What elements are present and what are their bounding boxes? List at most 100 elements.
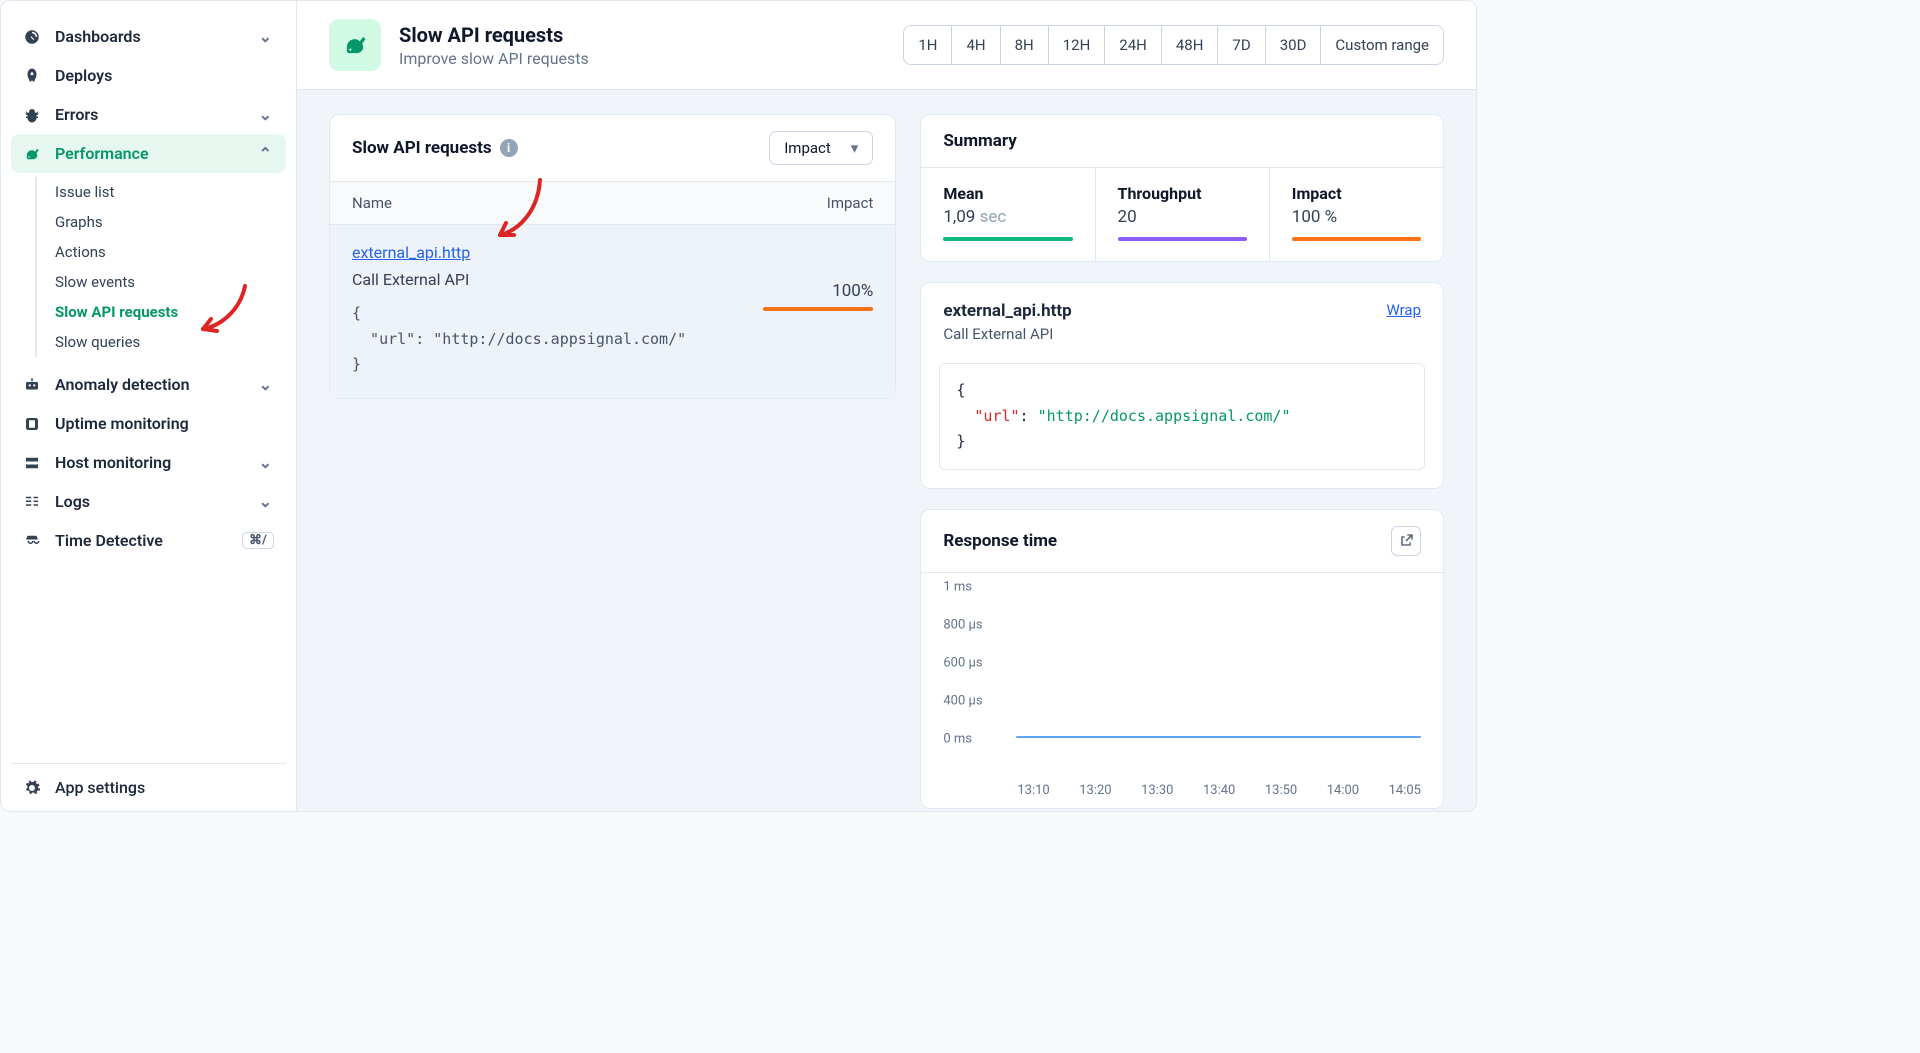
chevron-up-icon: ⌃ xyxy=(259,144,272,163)
summary-throughput-label: Throughput xyxy=(1118,184,1247,203)
summary-mean-unit: sec xyxy=(980,207,1007,227)
subnav-slow-api-requests[interactable]: Slow API requests xyxy=(37,297,286,327)
robot-icon xyxy=(23,376,41,394)
summary-body: Mean 1,09 sec Throughput 20 Impact 100 % xyxy=(921,168,1443,261)
sidebar-item-anomaly[interactable]: Anomaly detection ⌄ xyxy=(11,365,286,404)
detail-json: { "url": "http://docs.appsignal.com/" } xyxy=(939,363,1425,470)
timerange-12h[interactable]: 12H xyxy=(1049,26,1106,64)
sidebar-item-label: Dashboards xyxy=(55,27,141,46)
rocket-icon xyxy=(23,67,41,85)
sidebar-item-performance[interactable]: Performance ⌃ xyxy=(11,134,286,173)
performance-subnav: Issue list Graphs Actions Slow events Sl… xyxy=(35,177,286,357)
sidebar-item-label: Logs xyxy=(55,492,90,511)
x-tick: 13:20 xyxy=(1079,783,1111,798)
summary-impact-bar xyxy=(1292,237,1421,241)
timerange-1h[interactable]: 1H xyxy=(904,26,952,64)
slow-request-name-link[interactable]: external_api.http xyxy=(352,243,470,262)
summary-mean: Mean 1,09 sec xyxy=(921,168,1095,261)
slow-table-head: Name Impact xyxy=(330,182,895,225)
sidebar-item-uptime[interactable]: Uptime monitoring xyxy=(11,404,286,443)
detail-subtitle: Call External API xyxy=(943,325,1071,343)
info-icon[interactable]: i xyxy=(500,139,518,157)
timerange-4h[interactable]: 4H xyxy=(952,26,1000,64)
sidebar-footer-label: App settings xyxy=(55,778,145,797)
app-root: Dashboards ⌄ Deploys Errors ⌄ Performanc… xyxy=(0,0,1477,812)
sort-select-label: Impact xyxy=(784,139,831,157)
sort-select[interactable]: Impact ▾ xyxy=(769,131,873,165)
slow-request-json: { "url": "http://docs.appsignal.com/" } xyxy=(352,301,873,378)
content: Slow API requests i Impact ▾ Name Impact xyxy=(297,90,1476,811)
x-tick: 14:00 xyxy=(1327,783,1359,798)
sidebar-item-label: Performance xyxy=(55,144,149,163)
timerange-8h[interactable]: 8H xyxy=(1001,26,1049,64)
chevron-down-icon: ⌄ xyxy=(259,105,272,124)
sidebar-item-dashboards[interactable]: Dashboards ⌄ xyxy=(11,17,286,56)
sidebar-item-logs[interactable]: Logs ⌄ xyxy=(11,482,286,521)
sidebar-item-host[interactable]: Host monitoring ⌄ xyxy=(11,443,286,482)
bug-icon xyxy=(23,106,41,124)
slow-request-row[interactable]: external_api.http Call External API { "u… xyxy=(330,225,895,398)
chevron-down-icon: ▾ xyxy=(851,139,859,157)
kbd-shortcut-badge: ⌘/ xyxy=(242,532,274,549)
page-title: Slow API requests xyxy=(399,23,589,47)
logs-icon xyxy=(23,493,41,511)
timerange-custom[interactable]: Custom range xyxy=(1321,26,1443,64)
sidebar-item-label: Anomaly detection xyxy=(55,375,190,394)
summary-mean-label: Mean xyxy=(943,184,1072,203)
x-tick: 13:40 xyxy=(1203,783,1235,798)
subnav-issue-list[interactable]: Issue list xyxy=(37,177,286,207)
chevron-down-icon: ⌄ xyxy=(259,375,272,394)
sidebar: Dashboards ⌄ Deploys Errors ⌄ Performanc… xyxy=(1,1,297,811)
x-tick: 14:05 xyxy=(1389,783,1421,798)
server-icon xyxy=(23,454,41,472)
chevron-down-icon: ⌄ xyxy=(259,492,272,511)
subnav-slow-events[interactable]: Slow events xyxy=(37,267,286,297)
topbar: Slow API requests Improve slow API reque… xyxy=(297,1,1476,90)
column-header-impact: Impact xyxy=(827,194,874,212)
export-icon xyxy=(1398,533,1414,549)
json-value-url: "http://docs.appsignal.com/" xyxy=(1038,407,1291,425)
timerange-7d[interactable]: 7D xyxy=(1218,26,1265,64)
gauge-icon xyxy=(23,28,41,46)
subnav-slow-queries[interactable]: Slow queries xyxy=(37,327,286,357)
sidebar-item-label: Errors xyxy=(55,105,98,124)
slow-request-impact: 100% xyxy=(763,281,873,311)
x-tick: 13:50 xyxy=(1265,783,1297,798)
page-subtitle: Improve slow API requests xyxy=(399,49,589,68)
slow-request-impact-value: 100% xyxy=(763,281,873,301)
sidebar-item-deploys[interactable]: Deploys xyxy=(11,56,286,95)
timerange-30d[interactable]: 30D xyxy=(1266,26,1322,64)
summary-mean-value: 1,09 xyxy=(943,207,975,227)
monitor-icon xyxy=(23,415,41,433)
column-left: Slow API requests i Impact ▾ Name Impact xyxy=(329,114,896,787)
wrap-toggle-link[interactable]: Wrap xyxy=(1386,301,1421,319)
detail-title: external_api.http xyxy=(943,301,1071,321)
summary-impact-label: Impact xyxy=(1292,184,1421,203)
sidebar-item-errors[interactable]: Errors ⌄ xyxy=(11,95,286,134)
summary-mean-bar xyxy=(943,237,1072,241)
subnav-actions[interactable]: Actions xyxy=(37,237,286,267)
subnav-graphs[interactable]: Graphs xyxy=(37,207,286,237)
chart-series-line xyxy=(1016,736,1421,738)
impact-bar xyxy=(763,307,873,311)
summary-title: Summary xyxy=(943,131,1016,151)
rabbit-icon xyxy=(23,145,41,163)
json-key-url: "url" xyxy=(974,407,1019,425)
sidebar-footer-app-settings[interactable]: App settings xyxy=(11,763,286,811)
timerange-24h[interactable]: 24H xyxy=(1105,26,1162,64)
sidebar-item-label: Uptime monitoring xyxy=(55,414,189,433)
sidebar-item-time-detective[interactable]: Time Detective ⌘/ xyxy=(11,521,286,560)
page-heading-group: Slow API requests Improve slow API reque… xyxy=(399,23,589,68)
summary-card: Summary Mean 1,09 sec Throughput 20 xyxy=(920,114,1444,262)
summary-throughput: Throughput 20 xyxy=(1096,168,1270,261)
detective-icon xyxy=(23,532,41,550)
timerange-picker: 1H 4H 8H 12H 24H 48H 7D 30D Custom range xyxy=(903,25,1444,65)
summary-throughput-value: 20 xyxy=(1118,207,1137,227)
response-time-title: Response time xyxy=(943,531,1057,551)
export-button[interactable] xyxy=(1391,526,1421,556)
timerange-48h[interactable]: 48H xyxy=(1162,26,1219,64)
slow-card-title: Slow API requests xyxy=(352,138,492,158)
summary-impact-value: 100 % xyxy=(1292,207,1337,227)
page-icon xyxy=(329,19,381,71)
slow-card-header: Slow API requests i Impact ▾ xyxy=(330,115,895,182)
